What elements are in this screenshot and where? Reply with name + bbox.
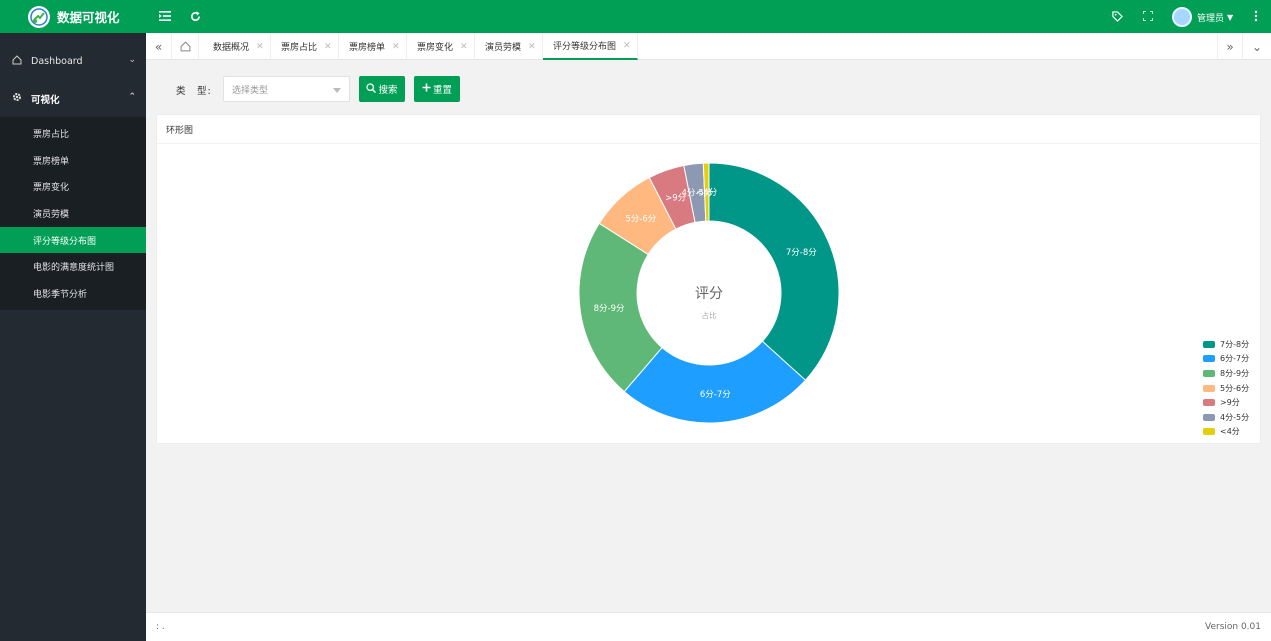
chevron-down-icon[interactable]: ⌄ [1244, 33, 1270, 60]
tab-label: 评分等级分布图 [553, 42, 617, 52]
top-header: 数据可视化 管理员 ▼ [0, 0, 1271, 33]
slice-label: 5分-6分 [625, 215, 656, 225]
tab-actor-model[interactable]: 演员劳模 ✕ [475, 33, 543, 60]
legend-swatch [1203, 413, 1215, 421]
select-placeholder: 选择类型 [232, 85, 269, 96]
sidebar-item-box-office-change[interactable]: 票房变化 [0, 173, 146, 200]
chart-center-subtitle: 占比 [702, 310, 717, 320]
user-menu[interactable]: 管理员 ▼ [1172, 6, 1233, 28]
footer-text: : . [156, 622, 165, 632]
legend-swatch [1203, 399, 1215, 407]
chart-card: 环形图 7分-8分 6分-7分 8分-9分 5分-6分 >9分 4分-5分 <4分 评分 占… [156, 114, 1261, 444]
legend-swatch [1203, 428, 1215, 436]
tab-scroll-right-icon[interactable]: » [1217, 33, 1243, 60]
legend-item[interactable]: 4分-5分 [1203, 410, 1249, 425]
chevron-up-icon: ⌃ [128, 92, 136, 102]
sidebar-item-satisfaction-chart[interactable]: 电影的满意度统计图 [0, 253, 146, 280]
logo[interactable]: 数据可视化 [0, 0, 146, 33]
legend-label: <4分 [1220, 427, 1240, 437]
donut-slice[interactable] [708, 162, 840, 381]
sidebar-group-label: Dashboard [31, 56, 83, 67]
footer: : . Version 0.01 [146, 612, 1271, 641]
legend-item[interactable]: >9分 [1203, 395, 1249, 410]
type-select[interactable]: 选择类型 [223, 76, 350, 102]
slice-label: 7分-8分 [786, 248, 817, 258]
close-icon[interactable]: ✕ [256, 42, 264, 52]
tab-box-office-change[interactable]: 票房变化 ✕ [407, 33, 475, 60]
more-vertical-icon[interactable] [1248, 8, 1264, 24]
tab-label: 数据概况 [213, 43, 250, 53]
legend-swatch [1203, 384, 1215, 392]
legend-label: 7分-8分 [1220, 339, 1250, 349]
legend-swatch [1203, 355, 1215, 363]
fullscreen-icon[interactable] [1140, 8, 1156, 24]
chart-legend: 7分-8分 6分-7分 8分-9分 5分-6分 >9分 4分-5分 <4分 [1203, 337, 1249, 439]
close-icon[interactable]: ✕ [392, 42, 400, 52]
legend-label: 8分-9分 [1220, 368, 1250, 378]
caret-down-icon: ▼ [1227, 12, 1234, 22]
menu-fold-icon[interactable] [157, 8, 173, 24]
donut-chart: 7分-8分6分-7分8分-9分5分-6分>9分4分-5分<4分 评分 占比 [578, 162, 840, 424]
legend-swatch [1203, 369, 1215, 377]
sidebar-group-visualization[interactable]: 可视化 ⌃ [0, 80, 146, 117]
legend-label: 5分-6分 [1220, 383, 1250, 393]
tab-overview[interactable]: 数据概况 ✕ [203, 33, 271, 60]
close-icon[interactable]: ✕ [528, 42, 536, 52]
slice-label: 6分-7分 [700, 390, 731, 400]
sidebar-group-label: 可视化 [31, 94, 60, 106]
sidebar-item-actor-model[interactable]: 演员劳模 [0, 200, 146, 227]
tab-label: 演员劳模 [485, 43, 522, 53]
sidebar-item-rating-distribution[interactable]: 评分等级分布图 [0, 226, 146, 254]
dropdown-arrow-icon [333, 88, 341, 93]
logo-icon [28, 5, 50, 28]
legend-item[interactable]: 7分-8分 [1203, 337, 1249, 352]
app-title: 数据可视化 [57, 10, 120, 25]
tab-box-office-share[interactable]: 票房占比 ✕ [271, 33, 339, 60]
tab-rating-distribution[interactable]: 评分等级分布图 ✕ [543, 33, 638, 60]
tag-icon[interactable] [1109, 8, 1125, 24]
tab-label: 票房占比 [281, 43, 318, 53]
gear-icon [12, 92, 24, 105]
slice-label: <4分 [696, 188, 718, 198]
legend-label: >9分 [1220, 398, 1240, 408]
search-icon [366, 82, 377, 96]
legend-swatch [1203, 340, 1215, 348]
sidebar-item-box-office-share[interactable]: 票房占比 [0, 120, 146, 147]
legend-label: 4分-5分 [1220, 412, 1250, 422]
search-button[interactable]: 搜索 [359, 76, 405, 102]
home-icon [12, 55, 24, 68]
search-button-label: 搜索 [378, 85, 398, 96]
close-icon[interactable]: ✕ [623, 41, 631, 51]
legend-item[interactable]: <4分 [1203, 425, 1249, 440]
chart-center-title: 评分 [695, 286, 723, 302]
legend-item[interactable]: 5分-6分 [1203, 381, 1249, 396]
slice-label: 8分-9分 [594, 304, 625, 314]
tab-label: 票房变化 [417, 43, 454, 53]
close-icon[interactable]: ✕ [324, 42, 332, 52]
tab-label: 票房榜单 [349, 43, 386, 53]
reset-button-label: 重置 [432, 85, 452, 96]
refresh-icon[interactable] [187, 8, 203, 24]
user-name: 管理员 [1197, 13, 1225, 24]
reset-button[interactable]: 重置 [414, 76, 460, 102]
type-label: 类 型: [176, 86, 212, 97]
sidebar: Dashboard ⌄ 可视化 ⌃ 票房占比 票房榜单 票房变化 演员劳模 评分… [0, 33, 146, 641]
avatar [1172, 7, 1192, 27]
legend-label: 6分-7分 [1220, 354, 1250, 364]
version-text: Version 0.01 [1205, 622, 1261, 632]
legend-item[interactable]: 8分-9分 [1203, 366, 1249, 381]
sidebar-group-dashboard[interactable]: Dashboard ⌄ [0, 43, 146, 80]
submenu: 票房占比 票房榜单 票房变化 演员劳模 评分等级分布图 电影的满意度统计图 电影… [0, 117, 146, 310]
plus-icon [422, 83, 431, 95]
tab-scroll-left-icon[interactable]: « [146, 33, 172, 60]
tab-box-office-ranking[interactable]: 票房榜单 ✕ [339, 33, 407, 60]
tab-bar: « 数据概况 ✕ 票房占比 ✕ 票房榜单 ✕ 票房变化 ✕ 演员劳模 ✕ 评分等级分布图 ✕… [146, 33, 1271, 60]
sidebar-item-box-office-ranking[interactable]: 票房榜单 [0, 147, 146, 174]
sidebar-item-season-analysis[interactable]: 电影季节分析 [0, 280, 146, 307]
legend-item[interactable]: 6分-7分 [1203, 352, 1249, 367]
home-tab-icon[interactable] [173, 33, 199, 60]
chevron-down-icon: ⌄ [128, 55, 136, 65]
close-icon[interactable]: ✕ [460, 42, 468, 52]
